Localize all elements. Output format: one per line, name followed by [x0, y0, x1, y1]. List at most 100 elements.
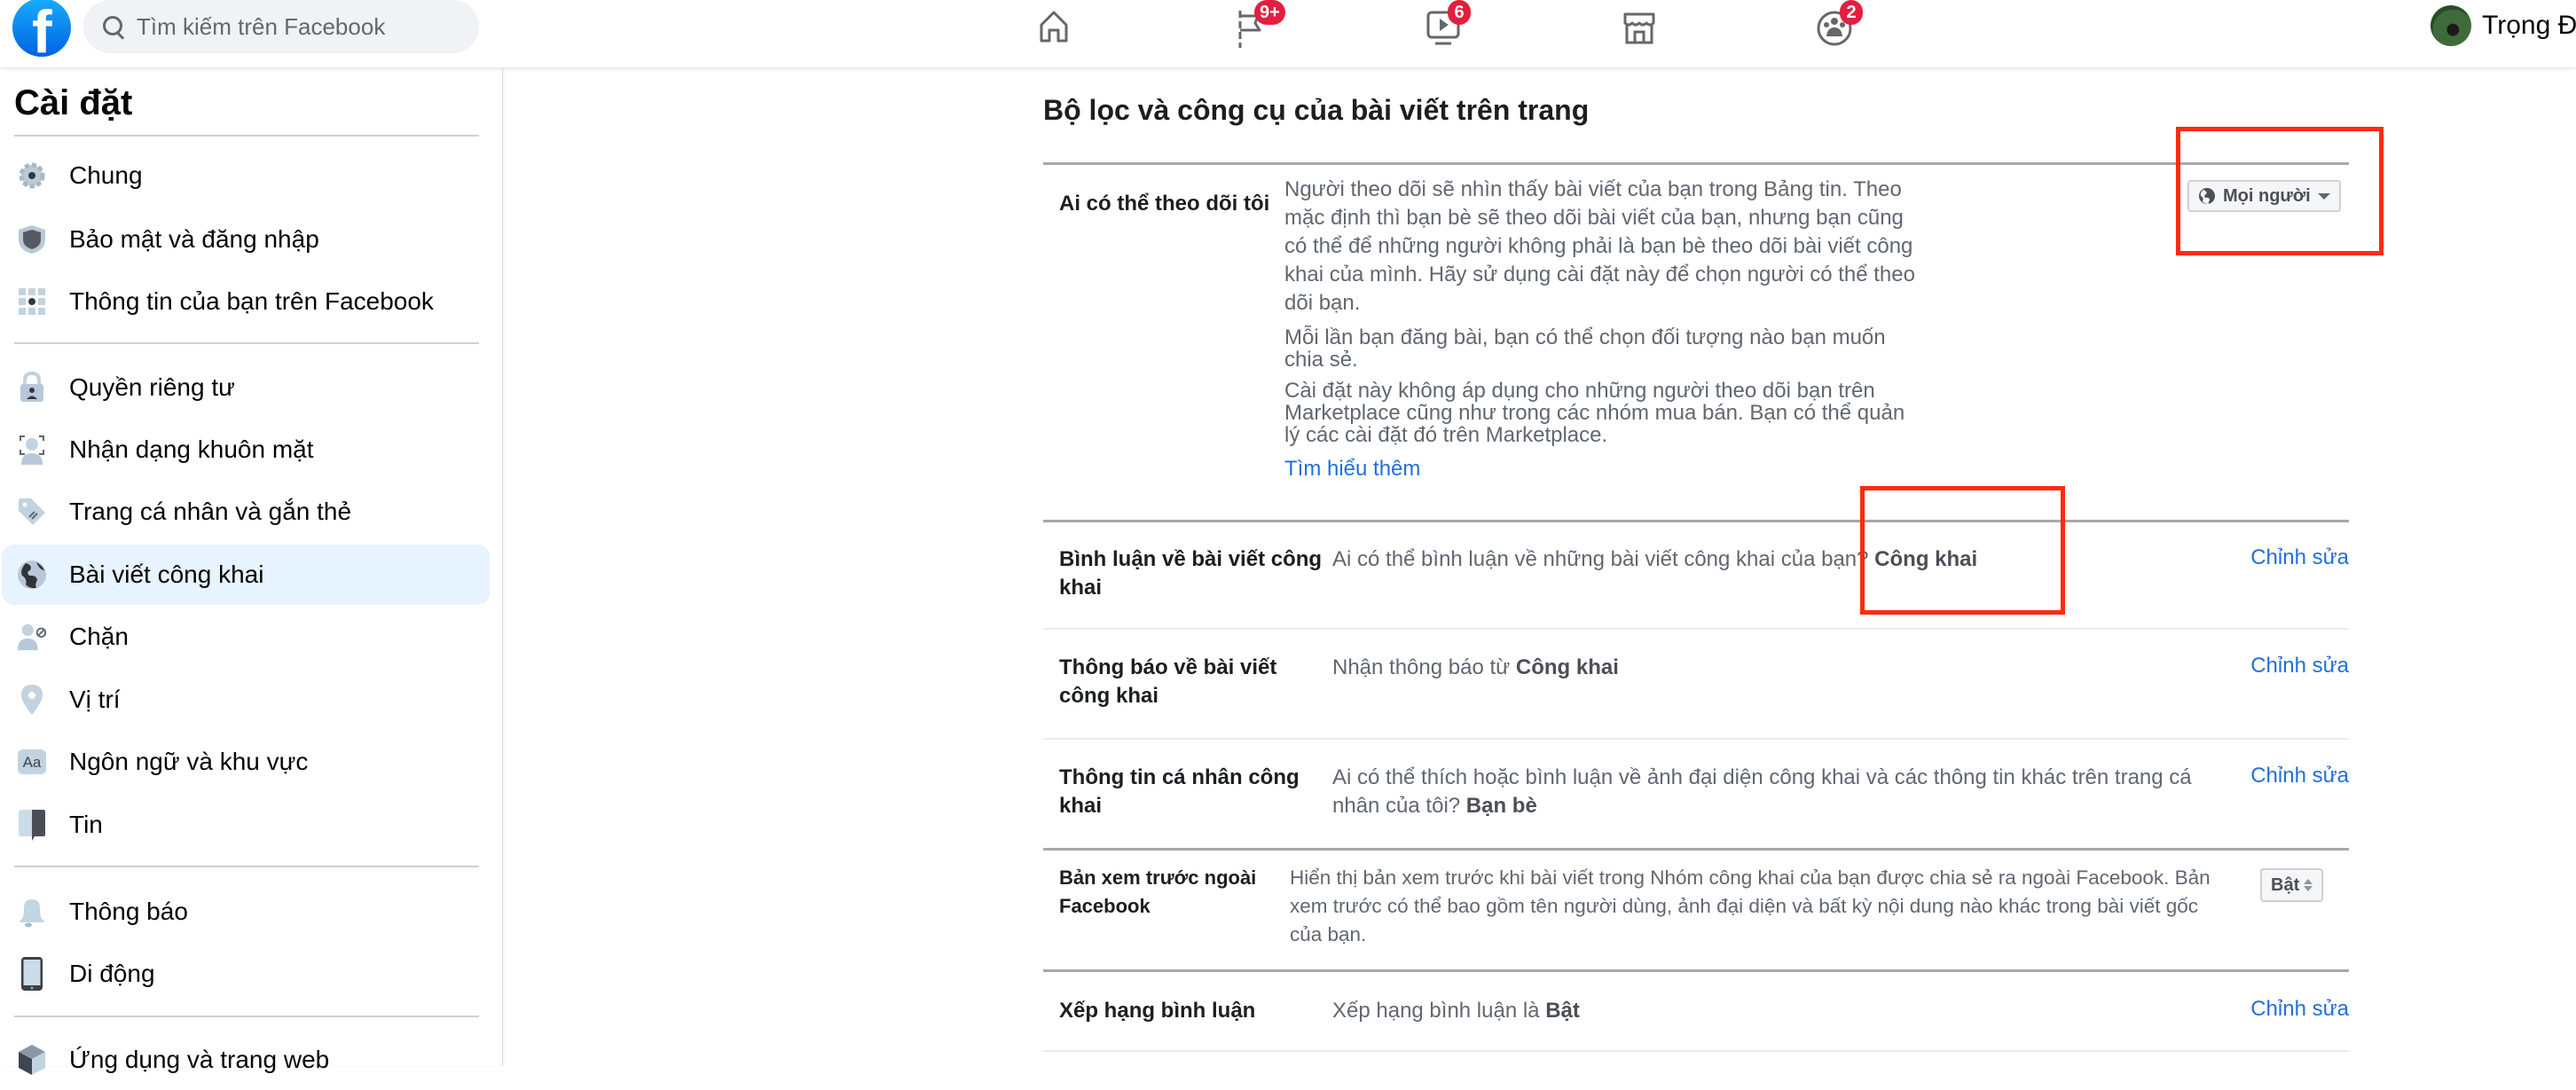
- sidebar-item-profile-tagging[interactable]: Trang cá nhân và gắn thẻ: [2, 482, 490, 542]
- sidebar-item-label: Vị trí: [69, 686, 121, 713]
- gear-icon: [16, 160, 48, 192]
- description-text: Ai có thể bình luận về những bài viết cô…: [1332, 547, 1869, 571]
- row-divider: [1043, 738, 2349, 740]
- sidebar-divider: [14, 135, 479, 137]
- home-icon: [1040, 11, 1068, 43]
- location-pin-icon: [16, 684, 48, 716]
- grid-icon: [16, 286, 48, 318]
- sidebar-item-label: Thông báo: [69, 898, 188, 925]
- sidebar-item-label: Tin: [69, 811, 103, 838]
- follow-paragraph: Người theo dõi sẽ nhìn thấy bài viết của…: [1284, 177, 1915, 315]
- settings-sidebar: Cài đặt Chung Bảo mật và đăng nhập Thông…: [0, 67, 503, 1075]
- updown-arrows-icon: [2304, 879, 2313, 891]
- sidebar-item-security[interactable]: Bảo mật và đăng nhập: [2, 209, 490, 270]
- follow-setting-label: Ai có thể theo dõi tôi: [1059, 192, 1270, 216]
- sidebar-item-blocking[interactable]: Chặn: [2, 607, 490, 667]
- page-title: Bộ lọc và công cụ của bài viết trên tran…: [1043, 94, 1590, 126]
- phone-icon: [16, 957, 48, 991]
- section-divider: [1043, 848, 2349, 851]
- store-icon: [1623, 12, 1655, 44]
- sidebar-item-label: Nhận dạng khuôn mặt: [69, 435, 314, 463]
- bell-icon: [16, 896, 48, 928]
- section-divider: [1043, 162, 2349, 165]
- sidebar-item-general[interactable]: Chung: [2, 145, 490, 206]
- watch-badge: 6: [1448, 0, 1471, 25]
- preview-toggle-select[interactable]: Bật: [2260, 868, 2324, 902]
- public-post-notifications-description: Nhận thông báo từ Công khai: [1332, 654, 2131, 682]
- facebook-logo-icon[interactable]: f: [12, 0, 71, 57]
- groups-badge: 2: [1840, 0, 1863, 25]
- description-text: Hiển thị bản xem trước khi bài viết tron…: [1290, 867, 2211, 945]
- search-input[interactable]: Tìm kiếm trên Facebook: [83, 0, 479, 53]
- public-comments-label: Bình luận về bài viết công khai: [1059, 547, 1323, 600]
- sidebar-item-language-region[interactable]: Aa Ngôn ngữ và khu vực: [2, 732, 490, 792]
- globe-icon: [2199, 188, 2215, 204]
- sidebar-item-label: Bài viết công khai: [69, 561, 264, 588]
- search-placeholder: Tìm kiếm trên Facebook: [137, 12, 386, 40]
- audience-dropdown[interactable]: Mọi người: [2187, 180, 2341, 212]
- sidebar-item-privacy[interactable]: Quyền riêng tư: [2, 357, 490, 418]
- section-divider: [1043, 520, 2349, 522]
- sidebar-item-label: Quyền riêng tư: [69, 373, 235, 401]
- public-comments-description: Ai có thể bình luận về những bài viết cô…: [1332, 545, 2131, 574]
- sidebar-item-label: Ngôn ngữ và khu vực: [69, 748, 309, 775]
- sidebar-item-label: Bảo mật và đăng nhập: [69, 225, 319, 253]
- sidebar-item-notifications[interactable]: Thông báo: [2, 882, 490, 942]
- sidebar-divider: [14, 342, 479, 344]
- nav-marketplace[interactable]: [1613, 7, 1666, 53]
- off-facebook-preview-label: Bản xem trước ngoài Facebook: [1059, 867, 1257, 917]
- follow-setting-description: Người theo dõi sẽ nhìn thấy bài viết của…: [1284, 176, 1923, 483]
- public-profile-info-label: Thông tin cá nhân công khai: [1059, 765, 1300, 818]
- sidebar-item-face-recognition[interactable]: Nhận dạng khuôn mặt: [2, 420, 490, 480]
- sidebar-item-apps-websites[interactable]: Ứng dụng và trang web: [2, 1030, 490, 1090]
- follow-paragraph: Cài đặt này không áp dụng cho những ngườ…: [1284, 379, 1905, 447]
- off-facebook-preview-description: Hiển thị bản xem trước khi bài viết tron…: [1290, 864, 2212, 949]
- sidebar-item-location[interactable]: Vị trí: [2, 670, 490, 730]
- block-user-icon: [16, 621, 48, 653]
- public-post-notifications-label: Thông báo về bài viết công khai: [1059, 655, 1277, 708]
- shield-icon: [16, 223, 48, 255]
- edit-button[interactable]: Chỉnh sửa: [2250, 654, 2349, 678]
- select-value: Bật: [2271, 874, 2300, 895]
- edit-button[interactable]: Chỉnh sửa: [2250, 997, 2349, 1022]
- follow-paragraph: Mỗi lần bạn đăng bài, bạn có thể chọn đố…: [1284, 325, 1886, 372]
- current-value: Bạn bè: [1465, 794, 1537, 818]
- comment-ranking-label: Xếp hạng bình luận: [1059, 999, 1256, 1023]
- nav-pages[interactable]: 9+: [1224, 0, 1285, 53]
- comment-ranking-description: Xếp hạng bình luận là Bật: [1332, 997, 2131, 1025]
- sidebar-item-public-posts[interactable]: Bài viết công khai: [2, 545, 490, 605]
- current-value: Công khai: [1874, 547, 1978, 571]
- sidebar-item-mobile[interactable]: Di động: [2, 944, 490, 1004]
- edit-button[interactable]: Chỉnh sửa: [2250, 545, 2349, 570]
- globe-icon: [16, 559, 48, 591]
- section-divider: [1043, 969, 2349, 972]
- svg-text:Aa: Aa: [23, 754, 42, 771]
- stories-icon: [16, 809, 48, 841]
- profile-button[interactable]: Trọng Đạ: [2431, 5, 2576, 46]
- nav-groups[interactable]: 2: [1808, 0, 1863, 53]
- user-name: Trọng Đạ: [2482, 11, 2576, 40]
- avatar: [2431, 5, 2471, 46]
- sidebar-item-stories[interactable]: Tin: [2, 795, 490, 855]
- description-text: Nhận thông báo từ: [1332, 655, 1511, 679]
- sidebar-divider: [14, 1016, 479, 1017]
- pages-badge: 9+: [1254, 0, 1285, 25]
- nav-home[interactable]: [1027, 7, 1080, 53]
- tag-icon: [16, 496, 48, 528]
- learn-more-link[interactable]: Tìm hiểu thêm: [1284, 457, 1420, 481]
- current-value: Công khai: [1515, 655, 1619, 679]
- row-divider: [1043, 628, 2349, 630]
- sidebar-item-label: Ứng dụng và trang web: [69, 1046, 330, 1073]
- sidebar-item-label: Trang cá nhân và gắn thẻ: [69, 498, 352, 525]
- sidebar-item-your-info[interactable]: Thông tin của bạn trên Facebook: [2, 271, 490, 332]
- sidebar-item-label: Thông tin của bạn trên Facebook: [69, 287, 434, 315]
- language-icon: Aa: [16, 746, 48, 778]
- search-icon: [99, 12, 128, 41]
- chevron-down-icon: [2317, 192, 2330, 200]
- nav-watch[interactable]: 6: [1418, 0, 1471, 53]
- edit-button[interactable]: Chỉnh sửa: [2250, 764, 2349, 788]
- lock-icon: [16, 372, 48, 404]
- audience-value: Mọi người: [2223, 185, 2311, 206]
- sidebar-divider: [14, 866, 479, 867]
- description-text: Xếp hạng bình luận là: [1332, 999, 1540, 1023]
